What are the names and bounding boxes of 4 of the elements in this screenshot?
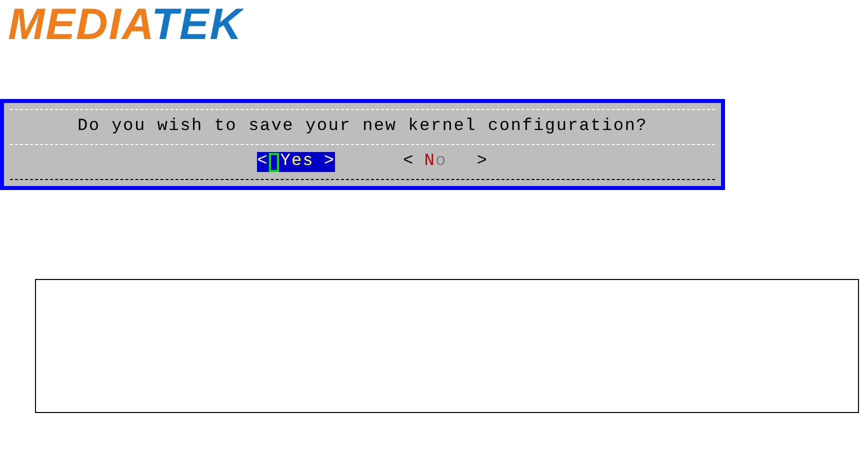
- dialog-message: Do you wish to save your new kernel configuration?: [77, 116, 648, 138]
- logo: MEDIATEK: [8, 2, 243, 48]
- dialog-button[interactable]: < Yes >: [257, 152, 336, 172]
- dialog-button[interactable]: < No >: [403, 152, 488, 172]
